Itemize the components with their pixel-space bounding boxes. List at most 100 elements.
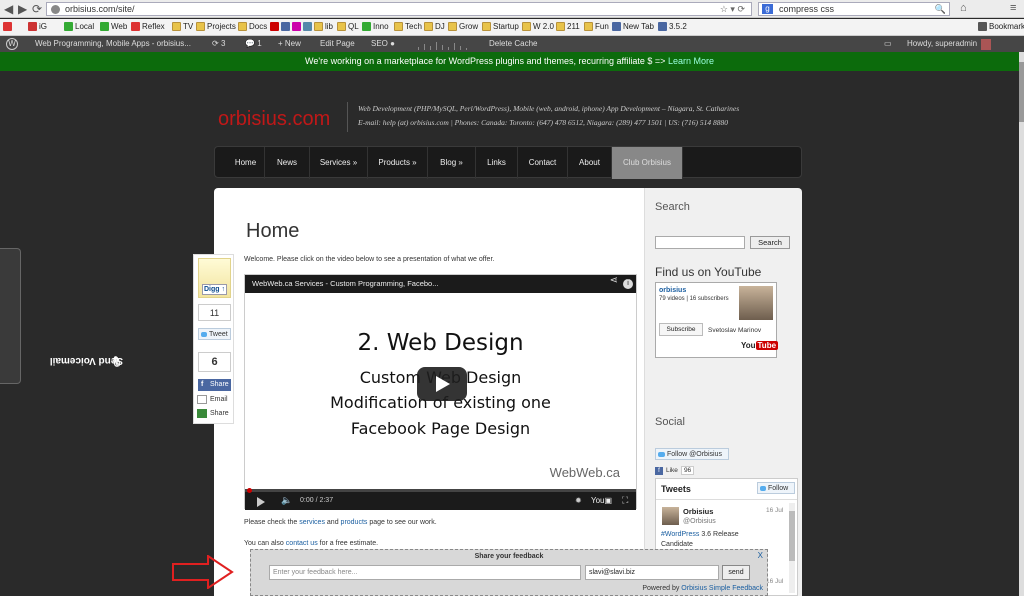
video-player[interactable]: WebWeb.ca Services - Custom Programming,… xyxy=(244,274,637,510)
site-logo[interactable]: orbisius.com xyxy=(218,108,330,131)
video-title[interactable]: WebWeb.ca Services - Custom Programming,… xyxy=(245,275,636,293)
yt-avatar[interactable] xyxy=(739,286,773,320)
bookmark-211[interactable]: 211 xyxy=(556,22,580,31)
feedback-input[interactable]: Enter your feedback here... xyxy=(269,565,581,580)
tweet-handle[interactable]: @Orbisius xyxy=(683,518,716,525)
yt-channel-link[interactable]: orbisius xyxy=(659,287,686,294)
products-link[interactable]: products xyxy=(341,519,368,526)
youtube-logo-icon[interactable]: You▣ xyxy=(591,496,612,505)
bookmark-startup[interactable]: Startup xyxy=(482,22,519,31)
bookmark-misc-icons[interactable] xyxy=(270,22,312,31)
bookmark-w2[interactable]: W 2.0 xyxy=(522,22,554,31)
nav-blog[interactable]: Blog » xyxy=(428,147,476,179)
yt-subscribe-button[interactable]: Subscribe xyxy=(659,323,703,336)
bookmark-gmail[interactable] xyxy=(3,22,12,31)
sidebar-search-button[interactable]: Search xyxy=(750,236,790,249)
tweets-follow-button[interactable]: Follow xyxy=(757,482,795,494)
contact-us-link[interactable]: contact us xyxy=(286,540,318,547)
generic-share[interactable]: Share xyxy=(197,409,229,418)
bookmark-inno[interactable]: Inno xyxy=(362,22,389,31)
progress-handle[interactable] xyxy=(247,488,252,493)
wp-delete-cache[interactable]: Delete Cache xyxy=(489,39,537,48)
bookmark-reflex[interactable]: Reflex xyxy=(131,22,165,31)
nav-services[interactable]: Services » xyxy=(310,147,368,179)
email-share[interactable]: Email xyxy=(197,395,228,404)
wp-seo[interactable]: SEO ● xyxy=(371,39,395,48)
wp-updates[interactable]: ⟳ 3 xyxy=(212,39,225,48)
wp-edit-page[interactable]: Edit Page xyxy=(320,39,355,48)
bookmark-tv[interactable]: TV xyxy=(172,22,193,31)
wp-howdy[interactable]: Howdy, superadmin xyxy=(907,39,977,48)
close-icon[interactable]: X xyxy=(758,551,763,560)
feedback-send-button[interactable]: send xyxy=(722,565,750,580)
digg-button[interactable]: Digg ↑ xyxy=(202,284,227,295)
bookmarks-menu[interactable]: Bookmark xyxy=(978,22,1024,31)
tweet-author[interactable]: Orbisius xyxy=(683,507,713,516)
twitter-follow-button[interactable]: Follow @Orbisius xyxy=(655,448,729,460)
bookmark-wp[interactable]: 3.5.2 xyxy=(658,22,687,31)
bookmark-ig[interactable]: iG xyxy=(28,22,47,31)
share-icon[interactable]: ⋖ xyxy=(610,275,618,286)
nav-products[interactable]: Products » xyxy=(368,147,428,179)
nav-contact[interactable]: Contact xyxy=(518,147,568,179)
play-icon[interactable] xyxy=(417,367,467,401)
tweets-scrollbar[interactable] xyxy=(789,503,795,593)
sidebar-search-input[interactable] xyxy=(655,236,745,249)
wp-new[interactable]: + New xyxy=(278,39,301,48)
page-scrollbar[interactable] xyxy=(1019,52,1024,596)
address-bar[interactable]: orbisius.com/site/ ☆ ▾ ⟳ xyxy=(46,2,752,16)
search-bar[interactable]: g compress css 🔍 xyxy=(758,2,950,16)
send-voicemail-tab[interactable]: 🎙 Send Voicemail xyxy=(0,248,123,384)
bookmark-ql[interactable]: QL xyxy=(337,22,359,31)
bookmark-new-tab[interactable]: New Tab xyxy=(612,22,654,31)
google-icon[interactable]: g xyxy=(762,4,773,14)
nav-home[interactable]: Home xyxy=(227,147,265,179)
nav-club-orbisius[interactable]: Club Orbisius xyxy=(612,147,683,179)
fullscreen-icon[interactable]: ⛶ xyxy=(622,495,628,506)
facebook-share-button[interactable]: Share xyxy=(198,379,231,391)
info-icon[interactable]: i xyxy=(623,279,633,289)
powered-by-link[interactable]: Orbisius Simple Feedback xyxy=(681,585,763,592)
bookmark-docs[interactable]: Docs xyxy=(238,22,267,31)
back-icon[interactable]: ◀ xyxy=(4,2,13,16)
feedback-email-field[interactable]: slavi@slavi.biz xyxy=(585,565,719,580)
tweet-date[interactable]: 16 Jul xyxy=(766,507,783,514)
user-avatar[interactable] xyxy=(981,39,991,50)
bookmark-tech[interactable]: Tech xyxy=(394,22,422,31)
bookmark-fun[interactable]: Fun xyxy=(584,22,609,31)
youtube-logo-icon[interactable]: You Tube xyxy=(741,341,779,350)
volume-icon[interactable]: 🔈 xyxy=(281,495,292,506)
bookmark-star-icon[interactable]: ☆ ▾ ⟳ xyxy=(720,3,745,15)
tweet-date-2[interactable]: 16 Jul xyxy=(766,578,783,585)
tweets-scroll-thumb[interactable] xyxy=(789,511,795,561)
nav-links[interactable]: Links xyxy=(476,147,518,179)
forward-icon[interactable]: ▶ xyxy=(18,2,27,16)
tweet-button[interactable]: Tweet xyxy=(198,328,231,340)
digg-widget[interactable]: Digg ↑ xyxy=(198,258,231,298)
nav-news[interactable]: News xyxy=(265,147,310,179)
nav-about[interactable]: About xyxy=(568,147,612,179)
bookmark-local[interactable]: Local xyxy=(64,22,94,31)
wp-comments[interactable]: 💬 1 xyxy=(245,39,262,48)
scrollbar-thumb[interactable] xyxy=(1019,62,1024,122)
settings-icon[interactable]: ✹ xyxy=(575,496,582,505)
tweet-hashtag[interactable]: #WordPress xyxy=(661,531,699,538)
bookmark-dj[interactable]: DJ xyxy=(424,22,445,31)
search-icon[interactable]: 🔍 xyxy=(935,3,946,15)
home-icon[interactable]: ⌂ xyxy=(960,2,967,14)
play-button-icon[interactable] xyxy=(257,497,265,507)
video-progress-bar[interactable] xyxy=(245,488,636,493)
wp-site-name[interactable]: Web Programming, Mobile Apps - orbisius.… xyxy=(35,39,191,48)
bookmark-grow[interactable]: Grow xyxy=(448,22,478,31)
screen-options-icon[interactable]: ▭ xyxy=(884,39,892,48)
bookmark-lib[interactable]: lib xyxy=(314,22,333,31)
services-link[interactable]: services xyxy=(299,519,325,526)
refresh-icon[interactable]: ⟳ xyxy=(32,2,42,16)
facebook-like[interactable]: f Like 96 xyxy=(655,466,695,475)
menu-icon[interactable]: ≡ xyxy=(1010,2,1016,14)
learn-more-link[interactable]: Learn More xyxy=(668,56,714,66)
wordpress-logo-icon[interactable]: W xyxy=(6,38,18,50)
bookmark-projects[interactable]: Projects xyxy=(196,22,236,31)
bookmark-web[interactable]: Web xyxy=(100,22,127,31)
tweet-avatar[interactable] xyxy=(662,507,679,525)
